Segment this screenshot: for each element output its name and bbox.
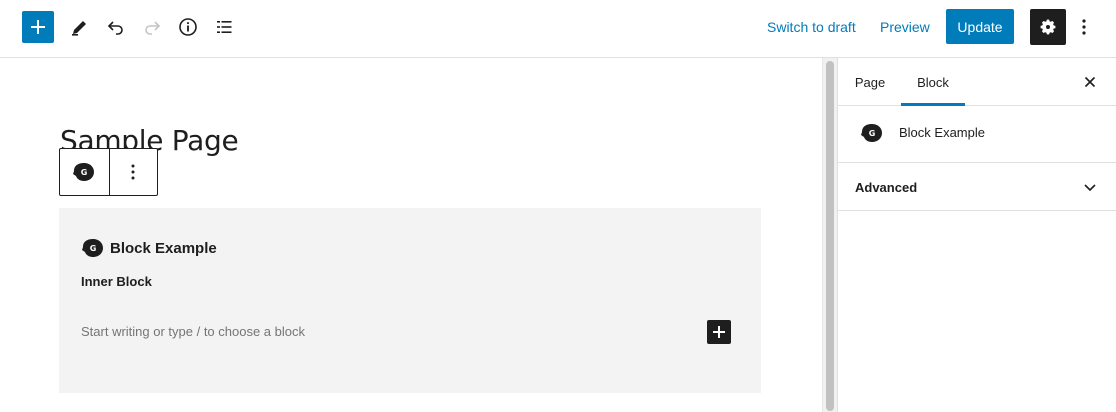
more-vertical-icon <box>131 164 135 180</box>
update-button[interactable]: Update <box>946 9 1014 44</box>
block-title: Block Example <box>110 239 217 257</box>
block-toolbar: G <box>59 148 158 196</box>
svg-text:G: G <box>81 168 88 177</box>
editor-canvas: Sample Page G G Block Example Inner Bloc… <box>0 58 822 412</box>
plus-icon <box>713 326 725 338</box>
gear-icon <box>1040 19 1056 35</box>
block-example[interactable]: G Block Example Inner Block Start writin… <box>59 208 761 393</box>
settings-button[interactable] <box>1030 9 1066 45</box>
close-icon <box>1084 76 1096 88</box>
block-options-button[interactable] <box>108 149 158 195</box>
block-switcher-button[interactable]: G <box>60 149 109 195</box>
undo-icon <box>107 21 123 35</box>
block-example-icon: G <box>82 239 103 257</box>
block-placeholder[interactable]: Start writing or type / to choose a bloc… <box>81 324 305 339</box>
inner-block-label: Inner Block <box>81 274 152 289</box>
editor-header: Switch to draft Preview Update <box>0 0 1116 58</box>
svg-text:G: G <box>869 129 876 138</box>
block-card: G Block Example <box>838 106 1116 163</box>
svg-text:G: G <box>90 244 97 253</box>
tab-page[interactable]: Page <box>850 58 890 106</box>
block-header: G Block Example <box>81 238 217 258</box>
sidebar-tabs: Page Block <box>838 58 1116 106</box>
advanced-panel-title: Advanced <box>855 180 918 195</box>
chevron-down-icon <box>1084 184 1096 192</box>
settings-sidebar: Page Block G Block Example Advanced <box>837 58 1116 412</box>
block-example-icon: G <box>73 163 95 181</box>
plus-icon <box>31 20 45 34</box>
info-icon <box>179 18 197 36</box>
list-view-icon <box>217 21 232 33</box>
list-view-button[interactable] <box>208 11 240 43</box>
add-block-button[interactable] <box>22 11 54 43</box>
redo-icon <box>145 21 161 35</box>
close-sidebar-button[interactable] <box>1078 70 1102 94</box>
switch-to-draft-button[interactable]: Switch to draft <box>767 19 856 35</box>
tab-block[interactable]: Block <box>901 58 965 106</box>
tools-button[interactable] <box>64 11 96 43</box>
canvas-scrollbar[interactable] <box>822 58 837 412</box>
more-vertical-icon <box>1082 19 1086 35</box>
pencil-icon <box>72 21 86 36</box>
advanced-panel-toggle[interactable]: Advanced <box>838 163 1116 211</box>
details-button[interactable] <box>172 11 204 43</box>
inline-add-block-button[interactable] <box>707 320 731 344</box>
redo-button[interactable] <box>136 11 168 43</box>
preview-button[interactable]: Preview <box>880 19 930 35</box>
block-example-icon: G <box>861 124 882 142</box>
scrollbar-thumb[interactable] <box>826 61 834 411</box>
block-card-title: Block Example <box>899 125 985 140</box>
options-menu-button[interactable] <box>1072 11 1096 43</box>
undo-button[interactable] <box>100 11 132 43</box>
